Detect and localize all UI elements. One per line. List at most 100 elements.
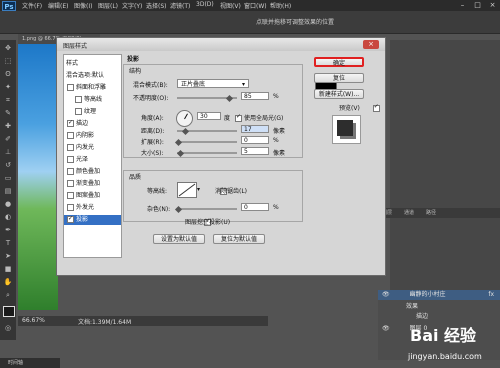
pen-tool-icon[interactable]: ✒ <box>3 226 13 235</box>
global-light-label: 使用全局光(G) <box>244 115 284 122</box>
effects-row[interactable]: 效果 <box>378 302 500 312</box>
shape-tool-icon[interactable]: ■ <box>3 265 13 274</box>
menu-edit[interactable]: 编辑(E) <box>48 1 68 10</box>
style-item-satin[interactable]: 光泽 <box>64 155 121 165</box>
menu-view[interactable]: 视图(V) <box>220 1 241 10</box>
eraser-tool-icon[interactable]: ▭ <box>3 174 13 183</box>
checkbox[interactable] <box>67 204 74 211</box>
style-item-stroke[interactable]: 描边 <box>64 118 121 129</box>
quick-mask-icon[interactable]: ◎ <box>3 324 13 333</box>
style-item-label: 颜色叠加 <box>76 168 101 175</box>
noise-input[interactable]: 0 <box>241 203 269 211</box>
distance-input[interactable]: 17 <box>241 125 269 133</box>
size-input[interactable]: 5 <box>241 147 269 155</box>
healing-brush-icon[interactable]: ✚ <box>3 122 13 131</box>
eye-icon[interactable]: 👁 <box>382 325 390 332</box>
angle-input[interactable]: 30 <box>197 112 221 120</box>
style-item-inner-glow[interactable]: 内发光 <box>64 143 121 153</box>
menu-filter[interactable]: 滤镜(T) <box>170 1 190 10</box>
style-item-inner-shadow[interactable]: 内阴影 <box>64 131 121 141</box>
ok-button[interactable]: 确定 <box>314 57 364 67</box>
reset-default-button[interactable]: 复位为默认值 <box>213 234 265 244</box>
contour-picker[interactable] <box>177 182 197 198</box>
menu-3d[interactable]: 3D(D) <box>196 1 214 8</box>
document-canvas[interactable] <box>18 44 58 310</box>
blend-options-item[interactable]: 混合选项:默认 <box>66 70 104 79</box>
style-item-gradient-overlay[interactable]: 渐变叠加 <box>64 179 121 189</box>
style-item-pattern-overlay[interactable]: 图案叠加 <box>64 191 121 201</box>
checkbox-checked[interactable] <box>67 214 74 224</box>
checkbox[interactable] <box>67 192 74 199</box>
spread-input[interactable]: 0 <box>241 136 269 144</box>
style-item-color-overlay[interactable]: 颜色叠加 <box>64 167 121 177</box>
style-item-drop-shadow[interactable]: 投影 <box>64 214 121 225</box>
minimize-icon[interactable]: – <box>456 1 469 10</box>
reset-button[interactable]: 复位 <box>314 73 364 83</box>
stamp-tool-icon[interactable]: ⊥ <box>3 148 13 157</box>
lasso-tool-icon[interactable]: ʘ <box>3 70 13 79</box>
new-style-button[interactable]: 新建样式(W)... <box>314 89 364 99</box>
checkbox[interactable] <box>67 144 74 151</box>
noise-slider[interactable] <box>177 208 237 210</box>
close-icon[interactable]: × <box>486 1 499 10</box>
blend-mode-select[interactable]: 正片叠底 ▾ <box>177 79 249 88</box>
menu-select[interactable]: 选择(S) <box>146 1 167 10</box>
zoom-level[interactable]: 66.67% <box>22 317 45 324</box>
gradient-tool-icon[interactable]: ▤ <box>3 187 13 196</box>
blur-tool-icon[interactable]: ● <box>3 200 13 209</box>
layer-row-selected[interactable]: 👁 幽静的小村庄 fx <box>378 290 500 300</box>
stroke-effect-row[interactable]: 描边 <box>378 312 500 322</box>
timeline-tab[interactable]: 时间轴 <box>0 358 60 368</box>
style-item-bevel[interactable]: 斜面和浮雕 <box>64 83 121 93</box>
checkbox[interactable] <box>67 132 74 139</box>
style-item-outer-glow[interactable]: 外发光 <box>64 203 121 213</box>
checkbox[interactable] <box>75 108 82 115</box>
menu-file[interactable]: 文件(F) <box>22 1 42 10</box>
styles-header[interactable]: 样式 <box>66 58 78 67</box>
path-select-icon[interactable]: ➤ <box>3 252 13 261</box>
move-tool-icon[interactable]: ✥ <box>3 44 13 53</box>
dodge-tool-icon[interactable]: ◐ <box>3 213 13 222</box>
menu-help[interactable]: 帮助(H) <box>270 1 291 10</box>
style-item-texture[interactable]: 纹理 <box>64 107 121 117</box>
menu-layer[interactable]: 图层(L) <box>98 1 118 10</box>
preview-shape <box>337 120 353 136</box>
eye-icon[interactable]: 👁 <box>382 291 390 298</box>
checkbox[interactable] <box>75 96 82 103</box>
brush-tool-icon[interactable]: ✐ <box>3 135 13 144</box>
noise-label: 杂色(N): <box>147 206 171 213</box>
magic-wand-icon[interactable]: ✦ <box>3 83 13 92</box>
eyedropper-icon[interactable]: ✎ <box>3 109 13 118</box>
checkbox[interactable] <box>67 168 74 175</box>
chevron-down-icon[interactable]: ▾ <box>197 186 200 193</box>
options-hint: 点联并拖移可调整效果的位置 <box>256 19 335 26</box>
maximize-icon[interactable]: □ <box>471 1 484 10</box>
marquee-tool-icon[interactable]: ⬚ <box>3 57 13 66</box>
menu-type[interactable]: 文字(Y) <box>122 1 142 10</box>
opacity-input[interactable]: 85 <box>241 92 269 100</box>
menu-image[interactable]: 图像(I) <box>74 1 92 10</box>
history-brush-icon[interactable]: ↺ <box>3 161 13 170</box>
angle-dial[interactable] <box>176 110 193 127</box>
global-light-checkbox[interactable] <box>235 113 242 122</box>
style-item-contour[interactable]: 等高线 <box>64 95 121 105</box>
checkbox[interactable] <box>67 180 74 187</box>
menu-window[interactable]: 窗口(W) <box>244 1 267 10</box>
baidu-logo-icon: Bai 经验 <box>410 326 477 345</box>
checkbox[interactable] <box>67 84 74 91</box>
size-slider[interactable] <box>177 152 237 154</box>
checkbox-checked[interactable] <box>67 118 74 128</box>
foreground-color-swatch[interactable] <box>3 306 15 317</box>
style-item-label: 投影 <box>76 216 89 223</box>
hand-tool-icon[interactable]: ✋ <box>3 278 13 287</box>
type-tool-icon[interactable]: T <box>3 239 13 248</box>
spread-slider[interactable] <box>177 141 237 143</box>
tab-paths[interactable]: 路径 <box>426 209 436 216</box>
set-default-button[interactable]: 设置为默认值 <box>153 234 205 244</box>
crop-tool-icon[interactable]: ⌗ <box>3 96 13 105</box>
preview-checkbox[interactable] <box>372 103 380 112</box>
zoom-tool-icon[interactable]: ⌕ <box>3 291 13 300</box>
dialog-close-button[interactable]: × <box>363 40 379 49</box>
checkbox[interactable] <box>67 156 74 163</box>
tab-channels[interactable]: 通道 <box>404 209 414 216</box>
